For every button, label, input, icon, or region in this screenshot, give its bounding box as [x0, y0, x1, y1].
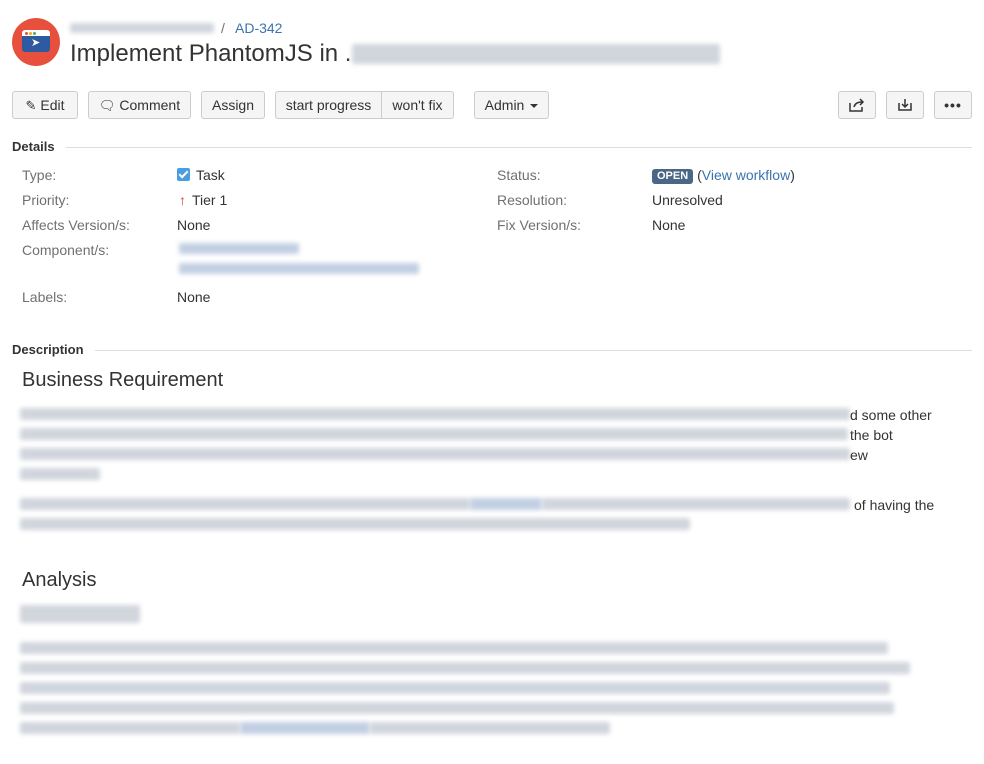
- task-checkbox-icon: [177, 168, 190, 181]
- more-icon: •••: [944, 97, 962, 113]
- description-heading: Description: [12, 342, 84, 357]
- component-link-redacted[interactable]: [179, 263, 419, 274]
- fix-version-value: None: [652, 217, 686, 233]
- share-icon: [849, 98, 865, 112]
- project-window-icon: ➤: [22, 30, 50, 52]
- affects-version-value: None: [177, 217, 211, 233]
- priority-label: Priority:: [22, 192, 70, 208]
- redacted-text-line: [20, 702, 894, 714]
- redacted-text-line: [20, 448, 850, 460]
- redacted-text-line: [370, 722, 610, 734]
- project-avatar[interactable]: ➤: [12, 18, 60, 66]
- analysis-heading: Analysis: [22, 569, 97, 591]
- status-label: Status:: [497, 167, 541, 183]
- page-title: Implement PhantomJS in .: [70, 40, 352, 67]
- redacted-text-line: [20, 428, 848, 440]
- export-icon: [898, 99, 912, 111]
- more-actions-button[interactable]: •••: [934, 91, 972, 119]
- priority-value: ↑ Tier 1: [179, 192, 228, 208]
- paragraph-fragment: of having the: [854, 497, 935, 513]
- details-divider: [66, 147, 972, 148]
- details-heading: Details: [12, 139, 55, 154]
- breadcrumb-issue-key[interactable]: AD-342: [235, 20, 282, 36]
- labels-value: None: [177, 289, 211, 305]
- component-label: Component/s:: [22, 242, 110, 258]
- admin-dropdown[interactable]: Admin: [474, 91, 549, 119]
- redacted-text-line: [20, 662, 910, 674]
- wont-fix-button[interactable]: won't fix: [382, 91, 454, 119]
- view-workflow-link[interactable]: View workflow: [702, 167, 790, 183]
- business-requirement-heading: Business Requirement: [22, 369, 224, 391]
- description-divider: [95, 350, 972, 351]
- affects-version-label: Affects Version/s:: [22, 217, 130, 233]
- export-button[interactable]: [886, 91, 924, 119]
- resolution-label: Resolution:: [497, 192, 568, 208]
- component-link-redacted[interactable]: [179, 243, 299, 254]
- redacted-text-line: [20, 408, 850, 420]
- paragraph-fragment: ew: [850, 447, 868, 463]
- edit-button[interactable]: ✎ Edit: [12, 91, 78, 119]
- paragraph-fragment: d some other: [850, 407, 932, 423]
- type-value: Task: [177, 167, 225, 183]
- share-button[interactable]: [838, 91, 876, 119]
- status-value: OPEN (View workflow): [652, 167, 795, 184]
- redacted-link[interactable]: [470, 498, 542, 510]
- resolution-value: Unresolved: [652, 192, 723, 208]
- arrow-up-icon: ↑: [179, 192, 186, 208]
- type-label: Type:: [22, 167, 57, 183]
- redacted-text-line: [20, 605, 140, 623]
- breadcrumb-project-redacted[interactable]: [70, 23, 214, 33]
- redacted-text-line: [20, 518, 690, 530]
- redacted-text-line: [20, 682, 890, 694]
- chevron-down-icon: [530, 104, 539, 109]
- status-badge: OPEN: [652, 169, 694, 184]
- redacted-text-line: [20, 722, 240, 734]
- redacted-text-line: [20, 642, 888, 654]
- title-redacted: [352, 44, 720, 64]
- comment-icon: 🗨: [98, 98, 116, 113]
- redacted-text-line: [20, 498, 470, 510]
- breadcrumb-separator: /: [221, 20, 225, 36]
- redacted-text-line: [20, 468, 100, 480]
- comment-button[interactable]: 🗨 Comment: [88, 91, 191, 119]
- labels-label: Labels:: [22, 289, 68, 305]
- assign-button[interactable]: Assign: [201, 91, 265, 119]
- redacted-link[interactable]: [240, 722, 370, 734]
- redacted-text-line: [542, 498, 850, 510]
- fix-version-label: Fix Version/s:: [497, 217, 582, 233]
- paragraph-fragment: the bot: [850, 427, 893, 443]
- start-progress-button[interactable]: start progress: [275, 91, 382, 119]
- pencil-icon: ✎: [25, 98, 37, 113]
